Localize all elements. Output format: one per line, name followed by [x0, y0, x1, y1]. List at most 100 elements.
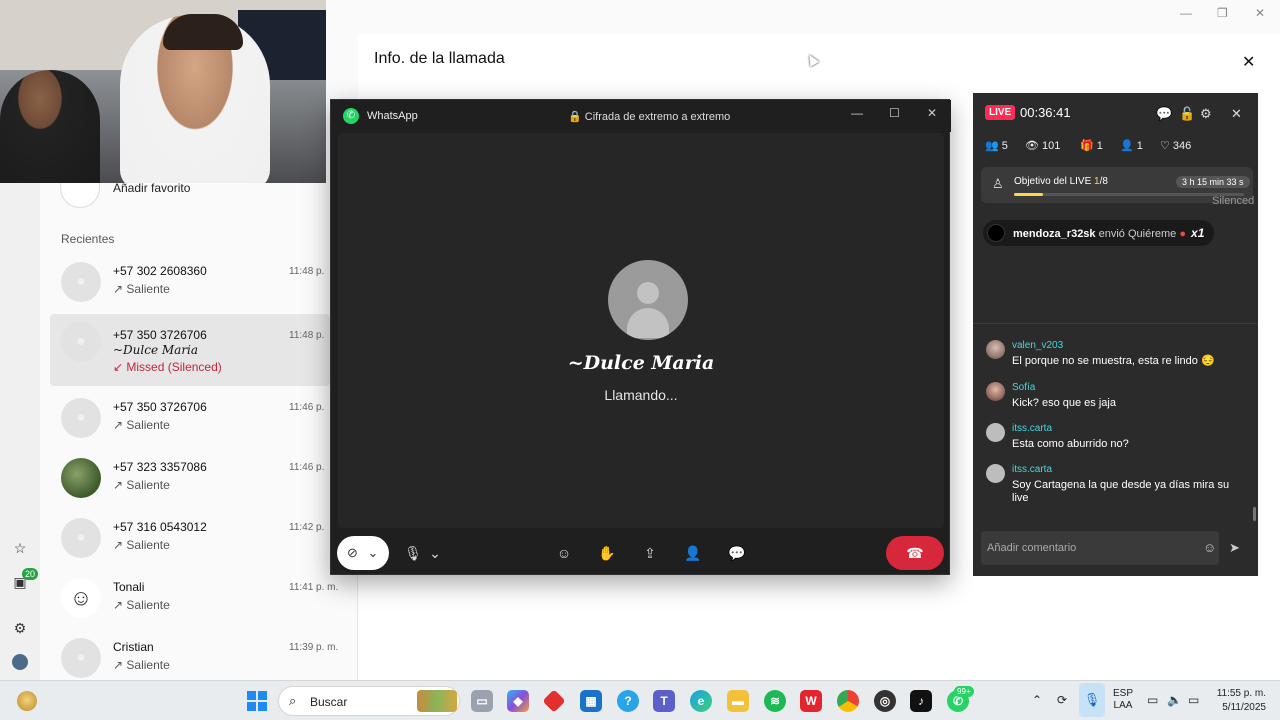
scrollbar[interactable]	[1253, 507, 1256, 521]
comment-text: Soy Cartagena la que desde ya días mira …	[1012, 479, 1230, 504]
live-goal[interactable]: ♙ Objetivo del LIVE 1/8 3 h 15 min 33 s …	[981, 167, 1254, 207]
icon-rail	[0, 180, 40, 680]
chrome-icon[interactable]	[837, 690, 859, 712]
task-view-icon[interactable]: ▭	[471, 690, 493, 712]
commenter-name[interactable]: itss.carta	[1012, 464, 1052, 475]
outgoing-call-icon: ↗	[113, 538, 127, 552]
call-stage: ~Dulce Maria Llamando...	[338, 133, 944, 528]
call-status-text: Saliente	[126, 658, 170, 672]
comment-icon[interactable]: 💬	[1156, 106, 1172, 122]
raise-hand-icon[interactable]: ✋	[597, 543, 617, 563]
callee-name: ~Dulce Maria	[567, 352, 715, 374]
send-icon[interactable]: ➤	[1229, 540, 1240, 556]
call-status-text: Saliente	[126, 538, 170, 552]
gifts-count: 1	[1096, 140, 1103, 152]
store-icon[interactable]: ▦	[580, 690, 602, 712]
clock[interactable]: 11:55 p. m. 5/11/2025	[1212, 687, 1266, 715]
microphone-in-use-icon[interactable]: 🎙	[1079, 683, 1105, 717]
commenter-avatar[interactable]	[986, 423, 1005, 442]
call-row[interactable]: ● +57 302 2608360 ↗ Saliente 11:48 p.	[50, 250, 330, 320]
maximize-icon[interactable]: ☐	[889, 106, 900, 120]
sync-icon[interactable]: ⟳	[1057, 693, 1067, 707]
end-call-button[interactable]: ☎	[886, 536, 944, 570]
hang-up-icon: ☎	[906, 545, 924, 561]
volume-icon[interactable]: 🔈	[1167, 693, 1182, 707]
contact-name: Cristian	[113, 640, 154, 654]
help-app-icon[interactable]: ?	[617, 690, 639, 712]
camera-toggle-button[interactable]: ⊘ ⌄	[337, 536, 389, 570]
tiktok-icon[interactable]: ♪	[910, 690, 932, 712]
network-icon[interactable]: ▭	[1147, 693, 1158, 707]
microphone-icon[interactable]: 🎙	[403, 543, 423, 563]
close-icon[interactable]: ✕	[1255, 6, 1265, 20]
commenter-avatar[interactable]	[986, 340, 1005, 359]
chevron-down-icon[interactable]: ⌄	[368, 545, 379, 560]
profile-avatar[interactable]	[12, 654, 28, 670]
file-explorer-icon[interactable]: ▬	[727, 690, 749, 712]
search-highlight-image	[417, 690, 457, 712]
settings-icon[interactable]: ⚙	[12, 620, 28, 636]
contact-alias: ~Dulce Maria	[113, 343, 199, 357]
red-app-icon[interactable]	[542, 689, 566, 713]
obs-icon[interactable]: ◎	[874, 690, 896, 712]
commenter-name[interactable]: valen_v203	[1012, 340, 1063, 351]
call-row[interactable]: ● +57 350 3726706 ~Dulce Maria ↙ Missed (Si…	[50, 314, 330, 386]
chevron-down-icon[interactable]: ⌄	[425, 543, 445, 563]
divider	[973, 323, 1258, 324]
comment-box: ☺	[981, 531, 1219, 565]
input-language[interactable]: ESP LAA	[1113, 688, 1133, 712]
close-icon[interactable]: ✕	[1231, 106, 1242, 122]
share-screen-icon[interactable]: ⇪	[640, 543, 660, 563]
emoji-icon[interactable]: ☺	[554, 543, 574, 563]
spotify-icon[interactable]: ≋	[764, 690, 786, 712]
commenter-name[interactable]: Sofía	[1012, 382, 1035, 393]
add-participant-icon[interactable]: 👤	[683, 543, 703, 563]
likes-stat: ♡ 346	[1160, 140, 1192, 152]
contact-name: +57 323 3357086	[113, 460, 207, 474]
likes-count: 346	[1172, 140, 1192, 152]
gift-icon: ●	[1179, 228, 1186, 240]
app-name: WhatsApp	[367, 110, 418, 122]
webcam-overlay	[0, 0, 326, 183]
star-icon[interactable]: ☆	[12, 540, 28, 556]
contact-avatar: ●	[61, 638, 101, 678]
start-button[interactable]	[247, 691, 267, 711]
minimize-icon[interactable]: —	[1180, 6, 1192, 20]
chevron-up-icon[interactable]: ⌃	[1032, 693, 1042, 707]
battery-icon[interactable]: ▭	[1188, 693, 1199, 707]
goal-progress-bar	[1014, 193, 1244, 196]
restore-icon[interactable]: ❐	[1217, 6, 1228, 20]
close-icon[interactable]: ✕	[1242, 52, 1255, 72]
call-status-text: Saliente	[126, 282, 170, 296]
call-time: 11:46 p.	[289, 462, 325, 473]
comment-input[interactable]	[987, 537, 1187, 559]
edge-icon[interactable]: e	[690, 690, 712, 712]
call-titlebar: ✆ WhatsApp 🔒 Cifrada de extremo a extrem…	[331, 100, 951, 132]
search-icon: ⌕	[289, 693, 297, 708]
commenter-avatar[interactable]	[986, 382, 1005, 401]
guests-stat: 👤 1	[1120, 140, 1143, 152]
live-panel: LIVE 00:36:41 💬 🔓 ⚙ ✕ 👥 5 👁 101 🎁 1 👤 1 …	[973, 93, 1258, 576]
call-time: 11:46 p.	[289, 402, 325, 413]
comment-text: Esta como aburrido no?	[1012, 438, 1129, 450]
lock-icon[interactable]: 🔓	[1179, 106, 1195, 122]
teams-icon[interactable]: T	[653, 690, 675, 712]
commenter-name[interactable]: itss.carta	[1012, 423, 1052, 434]
call-time: 11:39 p. m.	[289, 642, 339, 653]
settings-icon[interactable]: ⚙	[1200, 106, 1212, 122]
clock-date: 5/11/2025	[1222, 702, 1266, 713]
minimize-icon[interactable]: —	[851, 106, 863, 120]
copilot-icon[interactable]: ◆	[507, 690, 529, 712]
widgets-icon[interactable]	[17, 691, 37, 711]
taskbar-search[interactable]: ⌕ Buscar	[278, 686, 460, 716]
recents-title: Recientes	[61, 232, 115, 246]
silenced-overlay-text: Silenced	[1212, 195, 1255, 207]
webcam-person-hair	[163, 14, 243, 50]
wps-icon[interactable]: W	[800, 690, 822, 712]
close-icon[interactable]: ✕	[927, 106, 937, 120]
emoji-icon[interactable]: ☺	[1203, 540, 1216, 555]
comment-text: Kick? eso que es jaja	[1012, 397, 1116, 409]
avatar-head	[637, 282, 659, 304]
chat-icon[interactable]: 💬	[727, 543, 747, 563]
commenter-avatar[interactable]	[986, 464, 1005, 483]
